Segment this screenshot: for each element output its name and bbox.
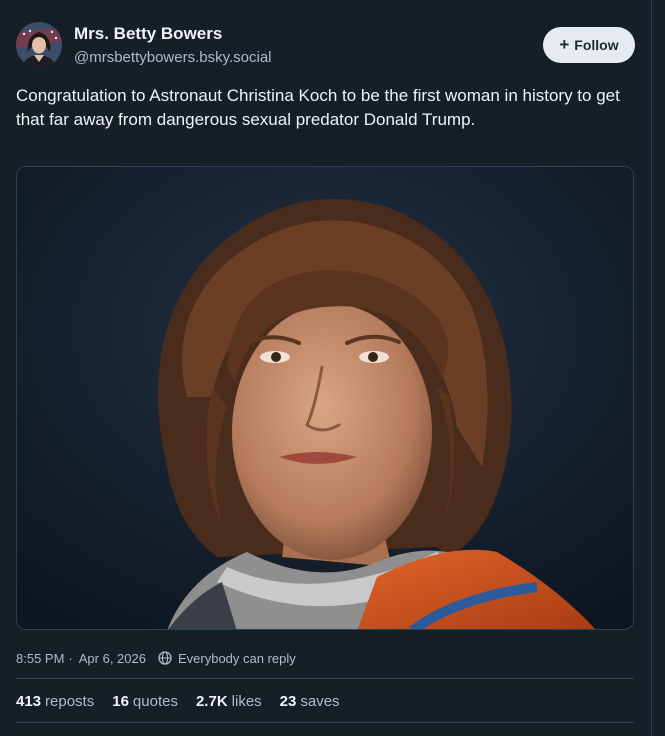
quotes-stat[interactable]: 16 quotes <box>112 693 178 710</box>
post-time[interactable]: 8:55 PM <box>16 651 64 666</box>
reposts-stat[interactable]: 413 reposts <box>16 693 94 710</box>
post-meta: 8:55 PM · Apr 6, 2026 Everybody can repl… <box>16 648 296 668</box>
follow-button-label: Follow <box>574 37 619 53</box>
post-text: Congratulation to Astronaut Christina Ko… <box>16 86 620 129</box>
reposts-label: reposts <box>45 692 95 710</box>
post-header: Mrs. Betty Bowers @mrsbettybowers.bsky.s… <box>16 22 636 70</box>
quotes-label: quotes <box>132 692 178 710</box>
post-date[interactable]: Apr 6, 2026 <box>79 651 146 666</box>
author-display-name[interactable]: Mrs. Betty Bowers <box>74 24 222 44</box>
likes-count: 2.7K <box>195 692 228 710</box>
post-container: Mrs. Betty Bowers @mrsbettybowers.bsky.s… <box>0 0 652 736</box>
author-handle[interactable]: @mrsbettybowers.bsky.social <box>74 49 272 66</box>
saves-label: saves <box>300 692 340 710</box>
follow-button[interactable]: + Follow <box>543 27 635 63</box>
reply-setting[interactable]: Everybody can reply <box>178 651 296 666</box>
astronaut-portrait <box>17 167 633 629</box>
globe-icon <box>158 651 172 665</box>
likes-stat[interactable]: 2.7K likes <box>196 693 262 710</box>
divider <box>16 678 634 679</box>
avatar-image <box>16 22 62 68</box>
divider <box>16 722 634 723</box>
post-stats: 413 reposts 16 quotes 2.7K likes 23 saves <box>16 690 358 712</box>
avatar[interactable] <box>16 22 62 68</box>
post-image[interactable] <box>16 166 634 630</box>
saves-count: 23 <box>279 692 297 710</box>
quotes-count: 16 <box>112 692 129 710</box>
reposts-count: 413 <box>16 692 42 710</box>
meta-separator: · <box>68 650 73 666</box>
plus-icon: + <box>559 35 570 54</box>
likes-label: likes <box>231 692 262 710</box>
saves-stat[interactable]: 23 saves <box>280 693 340 710</box>
